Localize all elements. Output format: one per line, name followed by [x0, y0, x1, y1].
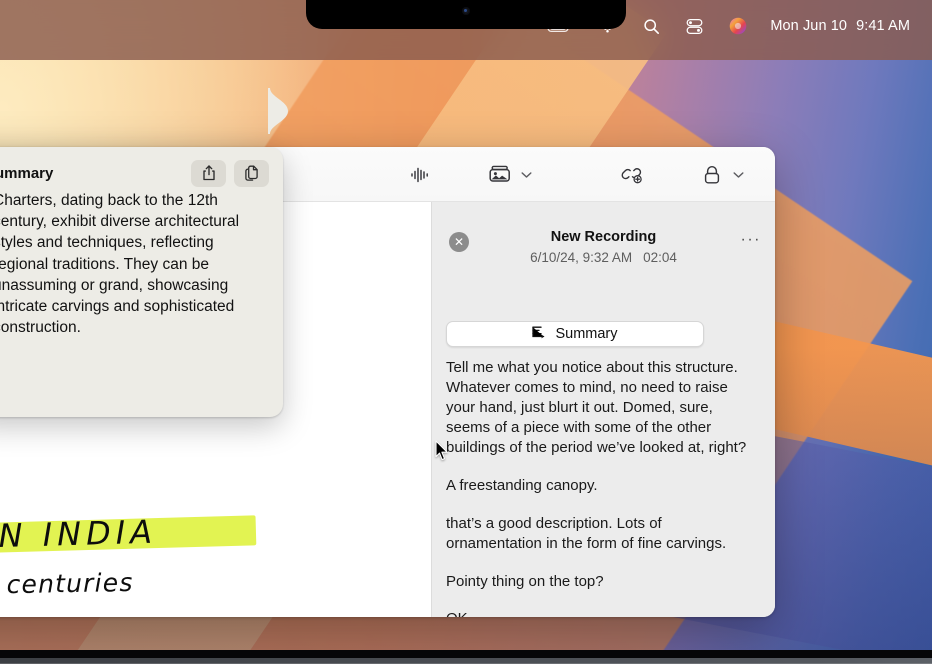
siri-icon[interactable] — [716, 0, 760, 60]
media-icon[interactable] — [480, 158, 520, 192]
macbook-device: Mon Jun 10 9:41 AM IN INDIA centuries ✕ … — [0, 0, 932, 664]
summary-popover: Summary — [0, 147, 283, 417]
transcript-paragraph: Tell me what you notice about this struc… — [446, 359, 747, 456]
chevron-down-icon[interactable] — [733, 166, 744, 184]
control-center-icon[interactable] — [673, 0, 716, 60]
transcript-paragraph: A freestanding canopy. — [446, 476, 598, 494]
transcript-panel: ✕ New Recording 6/10/24, 9:32 AM 02:04 ·… — [431, 202, 775, 617]
recording-title: New Recording — [550, 229, 657, 245]
summary-popover-title: Summary — [0, 164, 54, 182]
summary-list-icon — [532, 325, 547, 343]
more-options-button[interactable]: ··· — [741, 232, 761, 248]
handwritten-subtitle: 15th —18th centuries — [0, 568, 134, 602]
summary-popover-body: Charters, dating back to the 12th centur… — [0, 192, 240, 337]
display-notch — [306, 0, 626, 29]
popover-tail — [268, 88, 292, 134]
lock-button[interactable] — [692, 158, 744, 192]
chevron-down-icon[interactable] — [521, 166, 532, 184]
menu-bar-clock[interactable]: Mon Jun 10 9:41 AM — [760, 18, 910, 34]
subtitle-part-c: centuries — [6, 567, 134, 600]
menu-bar-time: 9:41 AM — [856, 18, 910, 34]
recording-meta: 6/10/24, 9:32 AM 02:04 — [432, 250, 775, 265]
transcript-text[interactable]: Tell me what you notice about this struc… — [446, 358, 757, 617]
copy-icon[interactable] — [234, 159, 269, 187]
audio-waveform-icon[interactable] — [400, 158, 440, 192]
notes-toolbar-icons — [400, 147, 775, 202]
transcript-paragraph: that’s a good description. Lots of ornam… — [446, 514, 727, 552]
lock-icon[interactable] — [692, 158, 732, 192]
recording-date: 6/10/24, 9:32 AM — [530, 250, 633, 265]
menu-bar-date: Mon Jun 10 — [770, 18, 848, 34]
search-icon[interactable] — [630, 0, 673, 60]
screen: Mon Jun 10 9:41 AM IN INDIA centuries ✕ … — [0, 0, 932, 650]
markup-link-icon[interactable] — [612, 158, 652, 192]
recording-duration: 02:04 — [643, 250, 677, 265]
camera-icon — [462, 7, 470, 15]
share-icon[interactable] — [191, 159, 226, 187]
mouse-cursor — [435, 440, 450, 467]
handwritten-title: ITECTURE IN INDIA — [0, 512, 158, 562]
summary-button-label: Summary — [555, 326, 618, 342]
summary-button[interactable]: Summary — [446, 321, 704, 347]
transcript-paragraph: OK. — [446, 609, 757, 617]
media-button[interactable] — [480, 158, 532, 192]
summary-popover-actions — [191, 159, 269, 187]
transcript-paragraph: Pointy thing on the top? — [446, 572, 604, 590]
